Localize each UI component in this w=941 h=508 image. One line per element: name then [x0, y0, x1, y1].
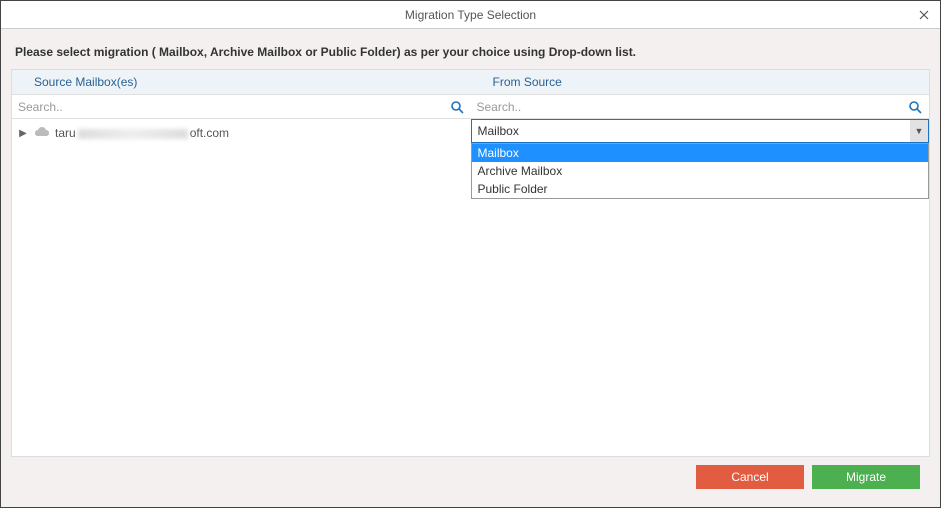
migrate-button[interactable]: Migrate: [812, 465, 920, 489]
dropdown-option-archive[interactable]: Archive Mailbox: [472, 162, 929, 180]
mailbox-label: taruoft.com: [55, 126, 229, 140]
close-icon: [919, 10, 929, 20]
dropdown-option-mailbox[interactable]: Mailbox: [472, 144, 929, 162]
source-tree: ▶ taruoft.com: [12, 119, 471, 456]
footer: Cancel Migrate: [11, 457, 930, 497]
dropdown-field[interactable]: Mailbox ▼: [471, 119, 930, 143]
titlebar: Migration Type Selection: [1, 1, 940, 29]
dropdown-option-public-folder[interactable]: Public Folder: [472, 180, 929, 198]
instruction-text: Please select migration ( Mailbox, Archi…: [11, 39, 930, 69]
from-source-header: From Source: [471, 70, 930, 95]
from-source-search-row: [471, 95, 930, 119]
from-source-search-input[interactable]: [471, 96, 906, 118]
source-mailbox-panel: Source Mailbox(es) ▶ taruoft.com: [12, 70, 471, 456]
mailbox-tree-item[interactable]: ▶ taruoft.com: [12, 123, 471, 143]
dropdown-arrow-icon[interactable]: ▼: [910, 120, 928, 142]
dropdown-selected-value: Mailbox: [472, 121, 911, 141]
source-search-icon[interactable]: [447, 97, 467, 117]
source-search-input[interactable]: [12, 96, 447, 118]
from-source-search-icon[interactable]: [905, 97, 925, 117]
migration-dialog: Migration Type Selection Please select m…: [0, 0, 941, 508]
cancel-button[interactable]: Cancel: [696, 465, 804, 489]
source-mailbox-header: Source Mailbox(es): [12, 70, 471, 95]
from-source-panel: From Source Mailbox ▼ Mailbox Archive Ma…: [471, 70, 930, 456]
dropdown-list: Mailbox Archive Mailbox Public Folder: [471, 143, 930, 199]
close-button[interactable]: [914, 5, 934, 25]
migration-type-dropdown: Mailbox ▼ Mailbox Archive Mailbox Public…: [471, 119, 930, 143]
source-search-row: [12, 95, 471, 119]
dialog-title: Migration Type Selection: [405, 8, 536, 22]
panels-container: Source Mailbox(es) ▶ taruoft.com: [11, 69, 930, 457]
dialog-content: Please select migration ( Mailbox, Archi…: [1, 29, 940, 507]
expand-icon[interactable]: ▶: [18, 128, 28, 138]
cloud-icon: [34, 126, 50, 140]
